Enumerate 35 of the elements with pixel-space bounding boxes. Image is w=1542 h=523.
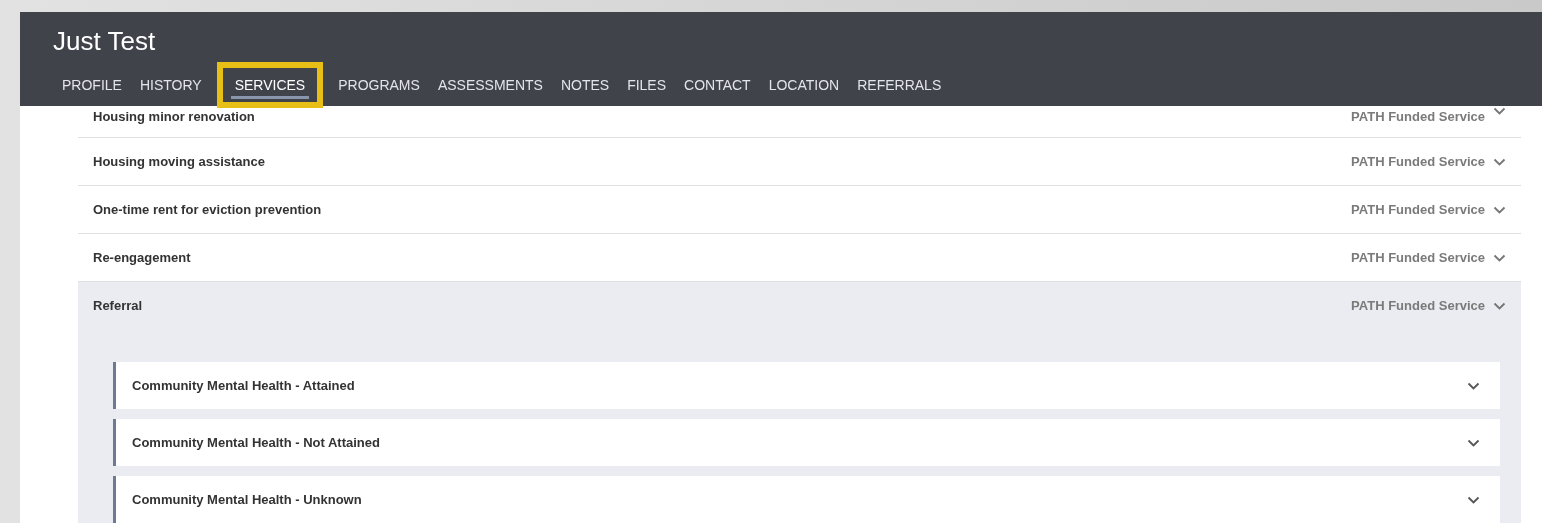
service-name[interactable]: Housing moving assistance bbox=[93, 151, 1352, 172]
nav-tab[interactable]: SERVICES bbox=[216, 62, 324, 108]
referral-name: Community Mental Health - Unknown bbox=[132, 490, 363, 509]
service-name[interactable]: Housing minor renovation bbox=[93, 107, 1352, 127]
nav-tab[interactable]: FILES bbox=[618, 68, 676, 102]
nav-tab[interactable]: PROGRAMS bbox=[329, 68, 429, 102]
referral-card[interactable]: Community Mental Health - Unknown bbox=[113, 476, 1500, 523]
nav-tab[interactable]: HISTORY bbox=[130, 68, 211, 102]
service-name[interactable]: Referral bbox=[93, 295, 1352, 316]
referral-card[interactable]: Community Mental Health - Not Attained bbox=[113, 419, 1500, 466]
client-name: Just Test bbox=[53, 26, 157, 56]
nav-tab[interactable]: CONTACT bbox=[675, 68, 760, 102]
chevron-down-icon[interactable] bbox=[1493, 107, 1506, 115]
chevron-down-icon[interactable] bbox=[1493, 205, 1506, 214]
referral-name: Community Mental Health - Attained bbox=[132, 376, 356, 395]
chevron-down-icon[interactable] bbox=[1467, 438, 1480, 447]
service-name[interactable]: One-time rent for eviction prevention bbox=[93, 199, 1352, 220]
funding-label: PATH Funded Service bbox=[1351, 296, 1485, 315]
funding-label: PATH Funded Service bbox=[1351, 108, 1485, 126]
chevron-down-icon[interactable] bbox=[1493, 157, 1506, 166]
nav-tab[interactable]: PROFILE bbox=[53, 68, 131, 102]
service-name[interactable]: Re-engagement bbox=[93, 247, 1352, 268]
chevron-down-icon[interactable] bbox=[1493, 301, 1506, 310]
referral-name: Community Mental Health - Not Attained bbox=[132, 433, 381, 452]
chevron-down-icon[interactable] bbox=[1493, 253, 1506, 262]
nav-tab[interactable]: REFERRALS bbox=[848, 68, 951, 102]
funding-label: PATH Funded Service bbox=[1351, 200, 1485, 219]
funding-label: PATH Funded Service bbox=[1351, 248, 1485, 267]
nav-tab[interactable]: NOTES bbox=[551, 68, 619, 102]
funding-label: PATH Funded Service bbox=[1351, 152, 1485, 171]
chevron-down-icon[interactable] bbox=[1467, 381, 1480, 390]
chevron-down-icon[interactable] bbox=[1467, 495, 1480, 504]
referral-card[interactable]: Community Mental Health - Attained bbox=[113, 362, 1500, 409]
nav-tab[interactable]: ASSESSMENTS bbox=[428, 68, 552, 102]
nav-tab[interactable]: LOCATION bbox=[759, 68, 849, 102]
